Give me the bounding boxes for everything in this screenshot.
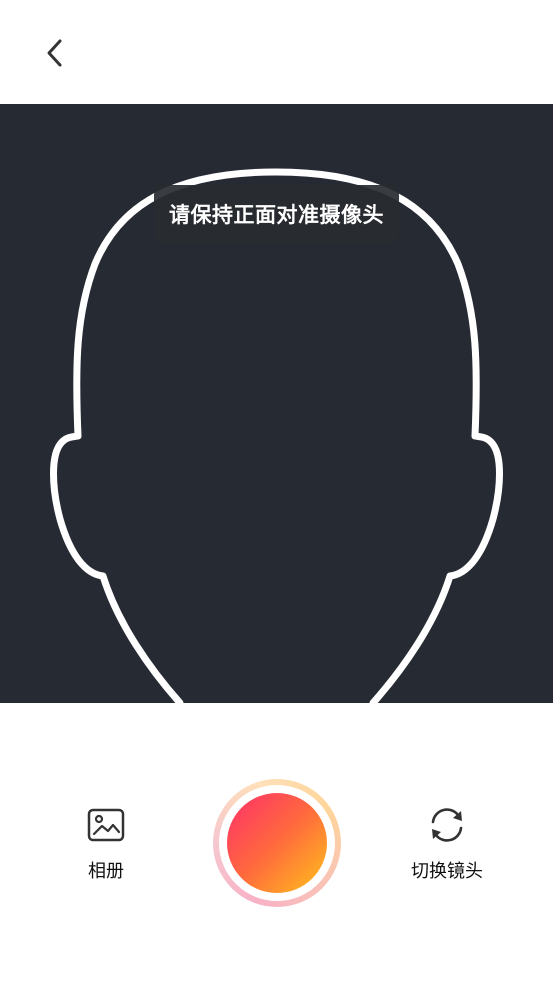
refresh-camera-icon	[427, 805, 467, 845]
top-bar	[0, 0, 553, 104]
face-capture-screen: 请保持正面对准摄像头 相册 切换镜头	[0, 0, 553, 983]
shutter-button[interactable]	[213, 779, 341, 907]
bottom-controls: 相册 切换镜头	[0, 703, 553, 983]
alignment-hint: 请保持正面对准摄像头	[154, 185, 399, 243]
shutter-gap	[219, 785, 335, 901]
chevron-left-icon	[47, 39, 62, 67]
shutter-core	[227, 793, 327, 893]
switch-camera-label: 切换镜头	[411, 861, 483, 882]
album-button[interactable]: 相册	[76, 805, 136, 883]
back-button[interactable]	[30, 28, 80, 78]
image-icon	[86, 805, 126, 845]
camera-preview: 请保持正面对准摄像头	[0, 104, 553, 703]
album-label: 相册	[88, 861, 124, 882]
switch-camera-button[interactable]: 切换镜头	[400, 805, 494, 883]
